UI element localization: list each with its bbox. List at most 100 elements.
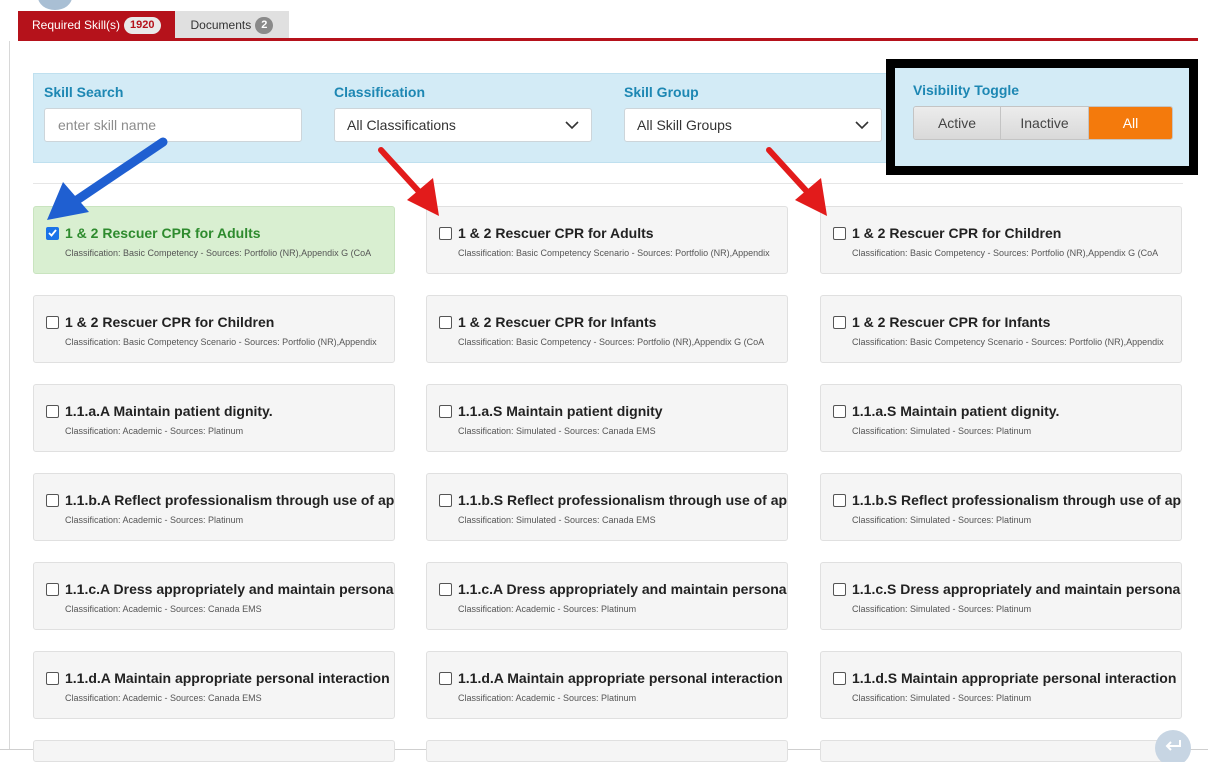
skill-title-row: 1.1.c.A Dress appropriately and maintain… bbox=[439, 581, 788, 597]
skill-checkbox[interactable] bbox=[439, 671, 452, 685]
skill-card-partial[interactable] bbox=[33, 740, 395, 762]
skill-checkbox[interactable] bbox=[833, 404, 846, 418]
skill-checkbox[interactable] bbox=[46, 671, 59, 685]
skill-checkbox[interactable] bbox=[833, 226, 846, 240]
toggle-all-button[interactable]: All bbox=[1088, 107, 1172, 139]
skill-title-row: 1 & 2 Rescuer CPR for Children bbox=[833, 225, 1181, 241]
skill-group-select[interactable]: All Skill Groups bbox=[624, 108, 882, 142]
skill-checkbox[interactable] bbox=[833, 671, 846, 685]
skill-card[interactable]: 1 & 2 Rescuer CPR for Children Classifica… bbox=[33, 295, 395, 363]
skill-group-label: Skill Group bbox=[624, 84, 699, 100]
skill-title-row: 1.1.b.S Reflect professionalism through … bbox=[833, 492, 1182, 508]
skill-card[interactable]: 1.1.d.A Maintain appropriate personal in… bbox=[426, 651, 788, 719]
skill-card[interactable]: 1 & 2 Rescuer CPR for Infants Classificat… bbox=[820, 295, 1182, 363]
skill-meta: Classification: Academic - Sources: Plat… bbox=[458, 604, 637, 614]
skill-title: 1 & 2 Rescuer CPR for Infants bbox=[458, 314, 657, 330]
tab-documents[interactable]: Documents 2 bbox=[174, 11, 290, 39]
skill-title-row: 1 & 2 Rescuer CPR for Adults bbox=[439, 225, 787, 241]
skill-card[interactable]: 1.1.d.A Maintain appropriate personal in… bbox=[33, 651, 395, 719]
skill-card[interactable]: 1.1.a.A Maintain patient dignity. Classif… bbox=[33, 384, 395, 452]
skill-card[interactable]: 1.1.a.S Maintain patient dignity. Classif… bbox=[820, 384, 1182, 452]
skill-card[interactable]: 1.1.c.S Dress appropriately and maintain… bbox=[820, 562, 1182, 630]
skill-title-row: 1 & 2 Rescuer CPR for Children bbox=[46, 314, 394, 330]
skill-meta: Classification: Basic Competency Scenari… bbox=[65, 337, 377, 347]
skill-title-row: 1.1.c.S Dress appropriately and maintain… bbox=[833, 581, 1181, 597]
skill-title-row: 1.1.b.A Reflect professionalism through … bbox=[46, 492, 395, 508]
skill-meta: Classification: Basic Competency - Sourc… bbox=[458, 337, 765, 347]
skill-title: 1.1.b.A Reflect professionalism through … bbox=[65, 492, 395, 508]
skill-card[interactable]: 1.1.b.A Reflect professionalism through … bbox=[33, 473, 395, 541]
skill-checkbox[interactable] bbox=[833, 582, 846, 596]
skill-card-partial[interactable] bbox=[426, 740, 788, 762]
skill-card[interactable]: 1 & 2 Rescuer CPR for Adults Classificati… bbox=[426, 206, 788, 274]
skill-meta: Classification: Academic - Sources: Plat… bbox=[65, 426, 244, 436]
skill-meta: Classification: Academic - Sources: Plat… bbox=[65, 515, 244, 525]
skill-meta: Classification: Simulated - Sources: Can… bbox=[458, 426, 656, 436]
skill-card-partial[interactable] bbox=[820, 740, 1182, 762]
count-badge: 1920 bbox=[124, 16, 161, 34]
skill-title: 1 & 2 Rescuer CPR for Adults bbox=[65, 225, 261, 241]
skill-title-row: 1 & 2 Rescuer CPR for Infants bbox=[833, 314, 1181, 330]
skill-checkbox[interactable] bbox=[46, 226, 59, 240]
classification-select[interactable]: All Classifications bbox=[334, 108, 592, 142]
red-annotation-arrow bbox=[766, 147, 827, 216]
tab-required-skills[interactable]: Required Skill(s) 1920 bbox=[18, 11, 175, 39]
tab-bar: Required Skill(s) 1920 Documents 2 bbox=[18, 11, 290, 39]
classification-value: All Classifications bbox=[347, 117, 456, 133]
skill-checkbox[interactable] bbox=[439, 493, 452, 507]
skill-title: 1.1.d.A Maintain appropriate personal in… bbox=[65, 670, 390, 686]
skill-meta: Classification: Basic Competency Scenari… bbox=[852, 337, 1164, 347]
skill-title: 1.1.b.S Reflect professionalism through … bbox=[852, 492, 1182, 508]
skill-card[interactable]: 1.1.d.S Maintain appropriate personal in… bbox=[820, 651, 1182, 719]
toggle-inactive-button[interactable]: Inactive bbox=[1000, 107, 1088, 139]
skill-search-label: Skill Search bbox=[44, 84, 124, 100]
skill-card[interactable]: 1 & 2 Rescuer CPR for Infants Classificat… bbox=[426, 295, 788, 363]
skill-checkbox[interactable] bbox=[46, 582, 59, 596]
visibility-toggle-label: Visibility Toggle bbox=[913, 82, 1020, 98]
enter-button[interactable] bbox=[1155, 730, 1191, 762]
skill-title: 1 & 2 Rescuer CPR for Adults bbox=[458, 225, 654, 241]
skill-card[interactable]: 1.1.b.S Reflect professionalism through … bbox=[820, 473, 1182, 541]
skill-title: 1 & 2 Rescuer CPR for Children bbox=[852, 225, 1062, 241]
tab-label: Required Skill(s) bbox=[32, 18, 121, 32]
skill-title: 1.1.c.A Dress appropriately and maintain… bbox=[458, 581, 788, 597]
skill-checkbox[interactable] bbox=[439, 582, 452, 596]
blue-annotation-arrow bbox=[47, 137, 168, 220]
skill-card[interactable]: 1.1.b.S Reflect professionalism through … bbox=[426, 473, 788, 541]
skill-checkbox[interactable] bbox=[46, 404, 59, 418]
visibility-toggle-group: Active Inactive All bbox=[913, 106, 1173, 140]
skill-card[interactable]: 1 & 2 Rescuer CPR for Children Classifica… bbox=[820, 206, 1182, 274]
skill-meta: Classification: Simulated - Sources: Pla… bbox=[852, 426, 1032, 436]
skill-title: 1.1.a.A Maintain patient dignity. bbox=[65, 403, 273, 419]
skill-checkbox[interactable] bbox=[439, 315, 452, 329]
skill-meta: Classification: Academic - Sources: Cana… bbox=[65, 693, 262, 703]
skill-checkbox[interactable] bbox=[833, 493, 846, 507]
skill-card[interactable]: 1.1.c.A Dress appropriately and maintain… bbox=[33, 562, 395, 630]
skill-title-row: 1.1.a.A Maintain patient dignity. bbox=[46, 403, 394, 419]
skill-title: 1 & 2 Rescuer CPR for Children bbox=[65, 314, 275, 330]
skill-checkbox[interactable] bbox=[439, 226, 452, 240]
skill-title: 1.1.d.A Maintain appropriate personal in… bbox=[458, 670, 783, 686]
skill-card[interactable]: 1.1.c.A Dress appropriately and maintain… bbox=[426, 562, 788, 630]
skill-title-row: 1.1.b.S Reflect professionalism through … bbox=[439, 492, 788, 508]
skill-meta: Classification: Basic Competency - Sourc… bbox=[852, 248, 1159, 258]
chevron-down-icon bbox=[855, 118, 869, 132]
skill-meta: Classification: Simulated - Sources: Pla… bbox=[852, 604, 1032, 614]
skill-checkbox[interactable] bbox=[46, 315, 59, 329]
skill-meta: Classification: Academic - Sources: Cana… bbox=[65, 604, 262, 614]
skill-checkbox[interactable] bbox=[46, 493, 59, 507]
skill-title-row: 1.1.a.S Maintain patient dignity. bbox=[833, 403, 1181, 419]
skill-title-row: 1.1.d.A Maintain appropriate personal in… bbox=[439, 670, 787, 686]
scroll-top-indicator bbox=[38, 0, 72, 10]
classification-label: Classification bbox=[334, 84, 426, 100]
skill-title: 1.1.b.S Reflect professionalism through … bbox=[458, 492, 788, 508]
skill-title-row: 1.1.d.A Maintain appropriate personal in… bbox=[46, 670, 394, 686]
skill-card[interactable]: 1.1.a.S Maintain patient dignity Classifi… bbox=[426, 384, 788, 452]
skill-meta: Classification: Simulated - Sources: Pla… bbox=[852, 515, 1032, 525]
toggle-active-button[interactable]: Active bbox=[914, 107, 1000, 139]
skill-title-row: 1 & 2 Rescuer CPR for Infants bbox=[439, 314, 787, 330]
skill-title: 1.1.d.S Maintain appropriate personal in… bbox=[852, 670, 1177, 686]
skill-checkbox[interactable] bbox=[439, 404, 452, 418]
skill-title: 1.1.a.S Maintain patient dignity bbox=[458, 403, 663, 419]
skill-checkbox[interactable] bbox=[833, 315, 846, 329]
